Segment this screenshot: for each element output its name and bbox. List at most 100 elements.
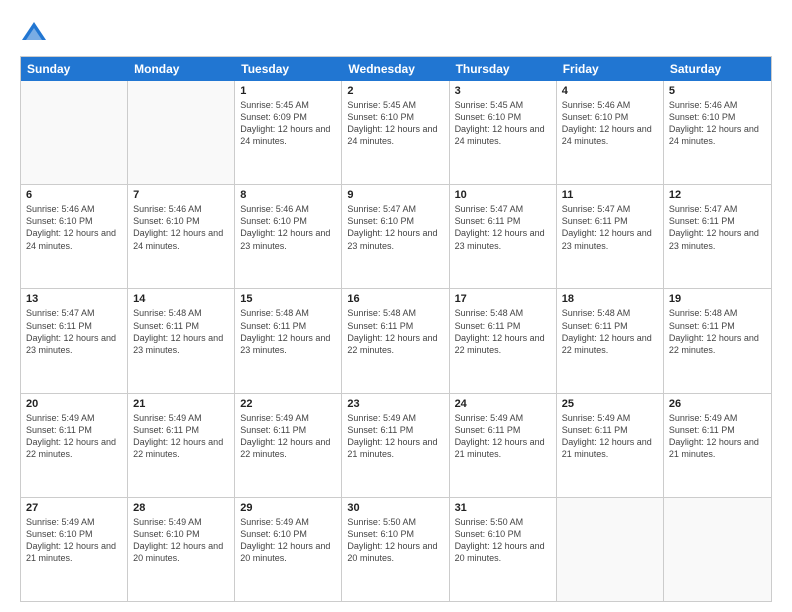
day-info: Sunrise: 5:49 AM Sunset: 6:10 PM Dayligh…	[26, 516, 122, 565]
calendar-cell: 19Sunrise: 5:48 AM Sunset: 6:11 PM Dayli…	[664, 289, 771, 392]
calendar-cell: 29 Sunrise: 5:49 AM Sunset: 6:10 PM Dayli…	[235, 498, 342, 601]
calendar-cell	[557, 498, 664, 601]
day-info: Sunrise: 5:48 AM Sunset: 6:11 PM Dayligh…	[455, 307, 551, 356]
calendar-cell: 5 Sunrise: 5:46 AM Sunset: 6:10 PM Daylig…	[664, 81, 771, 184]
day-info: Sunrise: 5:47 AM Sunset: 6:11 PM Dayligh…	[26, 307, 122, 356]
weekday-header-saturday: Saturday	[664, 57, 771, 81]
calendar-cell: 22 Sunrise: 5:49 AM Sunset: 6:11 PM Dayli…	[235, 394, 342, 497]
day-info: Sunrise: 5:45 AM Sunset: 6:09 PM Dayligh…	[240, 99, 336, 148]
calendar-cell: 18 Sunrise: 5:48 AM Sunset: 6:11 PM Dayli…	[557, 289, 664, 392]
calendar-cell: 1 Sunrise: 5:45 AM Sunset: 6:09 PM Daylig…	[235, 81, 342, 184]
day-info: Sunrise: 5:46 AM Sunset: 6:10 PM Dayligh…	[133, 203, 229, 252]
day-info: Sunrise: 5:50 AM Sunset: 6:10 PM Dayligh…	[347, 516, 443, 565]
day-info: Sunrise: 5:48 AM Sunset: 6:11 PM Dayligh…	[133, 307, 229, 356]
weekday-header-sunday: Sunday	[21, 57, 128, 81]
calendar-cell	[128, 81, 235, 184]
calendar-cell: 9 Sunrise: 5:47 AM Sunset: 6:10 PM Daylig…	[342, 185, 449, 288]
day-number: 18	[562, 293, 658, 305]
weekday-header-tuesday: Tuesday	[235, 57, 342, 81]
calendar: SundayMondayTuesdayWednesdayThursdayFrid…	[20, 56, 772, 602]
calendar-cell: 25 Sunrise: 5:49 AM Sunset: 6:11 PM Dayli…	[557, 394, 664, 497]
day-number: 3	[455, 85, 551, 97]
logo-icon	[20, 18, 48, 46]
calendar-cell: 15 Sunrise: 5:48 AM Sunset: 6:11 PM Dayli…	[235, 289, 342, 392]
day-number: 31	[455, 502, 551, 514]
day-info: Sunrise: 5:47 AM Sunset: 6:11 PM Dayligh…	[669, 203, 766, 252]
day-info: Sunrise: 5:46 AM Sunset: 6:10 PM Dayligh…	[669, 99, 766, 148]
calendar-cell: 30 Sunrise: 5:50 AM Sunset: 6:10 PM Dayli…	[342, 498, 449, 601]
day-number: 15	[240, 293, 336, 305]
calendar-cell: 17 Sunrise: 5:48 AM Sunset: 6:11 PM Dayli…	[450, 289, 557, 392]
day-number: 14	[133, 293, 229, 305]
day-number: 21	[133, 398, 229, 410]
day-number: 8	[240, 189, 336, 201]
day-info: Sunrise: 5:47 AM Sunset: 6:11 PM Dayligh…	[562, 203, 658, 252]
day-number: 6	[26, 189, 122, 201]
calendar-cell: 7 Sunrise: 5:46 AM Sunset: 6:10 PM Daylig…	[128, 185, 235, 288]
day-number: 17	[455, 293, 551, 305]
logo	[20, 18, 52, 46]
day-info: Sunrise: 5:48 AM Sunset: 6:11 PM Dayligh…	[562, 307, 658, 356]
calendar-week-2: 6 Sunrise: 5:46 AM Sunset: 6:10 PM Daylig…	[21, 185, 771, 289]
weekday-header-wednesday: Wednesday	[342, 57, 449, 81]
day-number: 9	[347, 189, 443, 201]
day-number: 7	[133, 189, 229, 201]
calendar-week-1: 1 Sunrise: 5:45 AM Sunset: 6:09 PM Daylig…	[21, 81, 771, 185]
day-number: 2	[347, 85, 443, 97]
day-info: Sunrise: 5:50 AM Sunset: 6:10 PM Dayligh…	[455, 516, 551, 565]
calendar-cell: 26 Sunrise: 5:49 AM Sunset: 6:11 PM Dayli…	[664, 394, 771, 497]
day-info: Sunrise: 5:48 AM Sunset: 6:11 PM Dayligh…	[347, 307, 443, 356]
day-info: Sunrise: 5:46 AM Sunset: 6:10 PM Dayligh…	[26, 203, 122, 252]
day-info: Sunrise: 5:49 AM Sunset: 6:11 PM Dayligh…	[26, 412, 122, 461]
day-info: Sunrise: 5:47 AM Sunset: 6:10 PM Dayligh…	[347, 203, 443, 252]
calendar-cell	[21, 81, 128, 184]
calendar-cell: 11 Sunrise: 5:47 AM Sunset: 6:11 PM Dayli…	[557, 185, 664, 288]
calendar-cell: 28Sunrise: 5:49 AM Sunset: 6:10 PM Dayli…	[128, 498, 235, 601]
day-number: 28	[133, 502, 229, 514]
calendar-cell: 4 Sunrise: 5:46 AM Sunset: 6:10 PM Daylig…	[557, 81, 664, 184]
day-number: 5	[669, 85, 766, 97]
day-info: Sunrise: 5:49 AM Sunset: 6:11 PM Dayligh…	[669, 412, 766, 461]
calendar-cell: 8Sunrise: 5:46 AM Sunset: 6:10 PM Daylig…	[235, 185, 342, 288]
day-number: 20	[26, 398, 122, 410]
day-info: Sunrise: 5:49 AM Sunset: 6:11 PM Dayligh…	[562, 412, 658, 461]
weekday-header-monday: Monday	[128, 57, 235, 81]
weekday-header-thursday: Thursday	[450, 57, 557, 81]
day-info: Sunrise: 5:45 AM Sunset: 6:10 PM Dayligh…	[347, 99, 443, 148]
day-number: 10	[455, 189, 551, 201]
page: SundayMondayTuesdayWednesdayThursdayFrid…	[0, 0, 792, 612]
weekday-header-friday: Friday	[557, 57, 664, 81]
day-number: 26	[669, 398, 766, 410]
day-number: 25	[562, 398, 658, 410]
day-number: 13	[26, 293, 122, 305]
calendar-cell: 16 Sunrise: 5:48 AM Sunset: 6:11 PM Dayli…	[342, 289, 449, 392]
day-info: Sunrise: 5:49 AM Sunset: 6:11 PM Dayligh…	[347, 412, 443, 461]
day-number: 30	[347, 502, 443, 514]
calendar-header: SundayMondayTuesdayWednesdayThursdayFrid…	[21, 57, 771, 81]
calendar-cell: 24 Sunrise: 5:49 AM Sunset: 6:11 PM Dayli…	[450, 394, 557, 497]
day-info: Sunrise: 5:48 AM Sunset: 6:11 PM Dayligh…	[669, 307, 766, 356]
day-info: Sunrise: 5:49 AM Sunset: 6:11 PM Dayligh…	[455, 412, 551, 461]
day-info: Sunrise: 5:45 AM Sunset: 6:10 PM Dayligh…	[455, 99, 551, 148]
day-info: Sunrise: 5:49 AM Sunset: 6:10 PM Dayligh…	[240, 516, 336, 565]
calendar-cell: 20 Sunrise: 5:49 AM Sunset: 6:11 PM Dayli…	[21, 394, 128, 497]
calendar-week-4: 20 Sunrise: 5:49 AM Sunset: 6:11 PM Dayli…	[21, 394, 771, 498]
day-number: 22	[240, 398, 336, 410]
day-info: Sunrise: 5:49 AM Sunset: 6:11 PM Dayligh…	[240, 412, 336, 461]
calendar-cell: 21Sunrise: 5:49 AM Sunset: 6:11 PM Dayli…	[128, 394, 235, 497]
calendar-cell: 2 Sunrise: 5:45 AM Sunset: 6:10 PM Daylig…	[342, 81, 449, 184]
day-number: 29	[240, 502, 336, 514]
day-number: 11	[562, 189, 658, 201]
day-number: 1	[240, 85, 336, 97]
day-number: 16	[347, 293, 443, 305]
calendar-body: 1 Sunrise: 5:45 AM Sunset: 6:09 PM Daylig…	[21, 81, 771, 601]
calendar-cell: 10Sunrise: 5:47 AM Sunset: 6:11 PM Dayli…	[450, 185, 557, 288]
calendar-cell: 14 Sunrise: 5:48 AM Sunset: 6:11 PM Dayli…	[128, 289, 235, 392]
day-info: Sunrise: 5:46 AM Sunset: 6:10 PM Dayligh…	[562, 99, 658, 148]
calendar-cell	[664, 498, 771, 601]
day-number: 12	[669, 189, 766, 201]
day-number: 27	[26, 502, 122, 514]
day-number: 4	[562, 85, 658, 97]
day-number: 24	[455, 398, 551, 410]
day-info: Sunrise: 5:48 AM Sunset: 6:11 PM Dayligh…	[240, 307, 336, 356]
